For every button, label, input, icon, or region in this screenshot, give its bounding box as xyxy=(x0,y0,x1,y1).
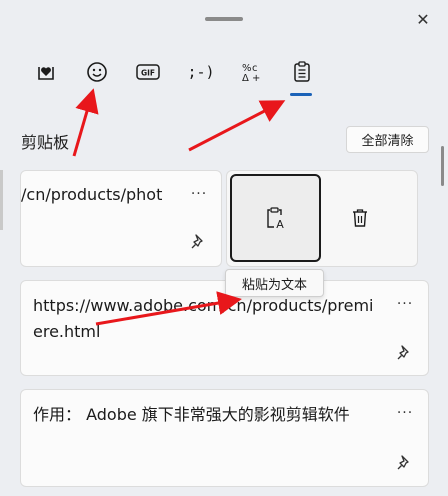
smiley-icon xyxy=(87,62,107,82)
gif-icon: GIF xyxy=(136,64,160,80)
clipboard-item-text: 作用： Adobe 旗下非常强大的影视剪辑软件 xyxy=(33,405,350,424)
pin-icon[interactable] xyxy=(395,344,413,362)
arrow-to-emoji xyxy=(72,88,99,157)
svg-text:GIF: GIF xyxy=(141,69,155,78)
clipboard-item-text: /cn/products/phot xyxy=(21,185,163,204)
category-toolbar: GIF ;-) % c Δ + xyxy=(24,54,324,92)
tab-clipboard[interactable] xyxy=(284,54,320,90)
drag-handle[interactable] xyxy=(205,17,243,21)
svg-text:Δ: Δ xyxy=(242,73,249,83)
pin-icon[interactable] xyxy=(189,233,207,251)
clipboard-icon xyxy=(294,61,310,82)
scrollbar[interactable] xyxy=(441,146,444,186)
close-button[interactable]: ✕ xyxy=(410,6,436,32)
delete-button[interactable] xyxy=(340,190,380,246)
svg-text:+: + xyxy=(252,73,260,83)
tab-gif[interactable]: GIF xyxy=(130,54,166,90)
tab-emoji[interactable] xyxy=(79,54,115,90)
trash-icon xyxy=(353,209,367,227)
heart-box-icon xyxy=(38,67,54,80)
clipboard-item[interactable]: /cn/products/phot ··· xyxy=(20,170,222,267)
section-title: 剪贴板 xyxy=(21,133,70,152)
clipboard-item[interactable]: 作用： Adobe 旗下非常强大的影视剪辑软件 ··· xyxy=(20,389,429,487)
tab-kaomoji[interactable]: ;-) xyxy=(181,54,221,90)
arrow-to-clipboard xyxy=(188,100,286,152)
more-options-button[interactable]: ··· xyxy=(393,296,417,312)
kaomoji-label: ;-) xyxy=(187,63,215,81)
paste-as-text-button[interactable]: A xyxy=(230,174,321,262)
more-options-button[interactable]: ··· xyxy=(187,186,211,202)
pin-icon[interactable] xyxy=(395,454,413,472)
tab-symbols[interactable]: % c Δ + xyxy=(234,54,270,90)
clipboard-item-text: https://www.adobe.com/cn/products/premie… xyxy=(33,296,374,341)
tab-favorites[interactable] xyxy=(28,54,64,90)
clipboard-panel: ✕ GIF ;-) % c Δ + 剪贴板 全部清除 /cn/products/… xyxy=(0,0,448,496)
paste-as-text-tooltip: 粘贴为文本 xyxy=(225,269,324,297)
selected-tab-indicator xyxy=(290,93,312,96)
paste-as-text-icon: A xyxy=(266,207,284,230)
left-edge-shadow xyxy=(0,170,3,230)
close-icon: ✕ xyxy=(416,9,430,29)
svg-text:A: A xyxy=(276,218,284,230)
more-options-button[interactable]: ··· xyxy=(393,405,417,421)
clear-all-button[interactable]: 全部清除 xyxy=(346,126,429,153)
symbols-icon: % c Δ + xyxy=(242,63,260,83)
